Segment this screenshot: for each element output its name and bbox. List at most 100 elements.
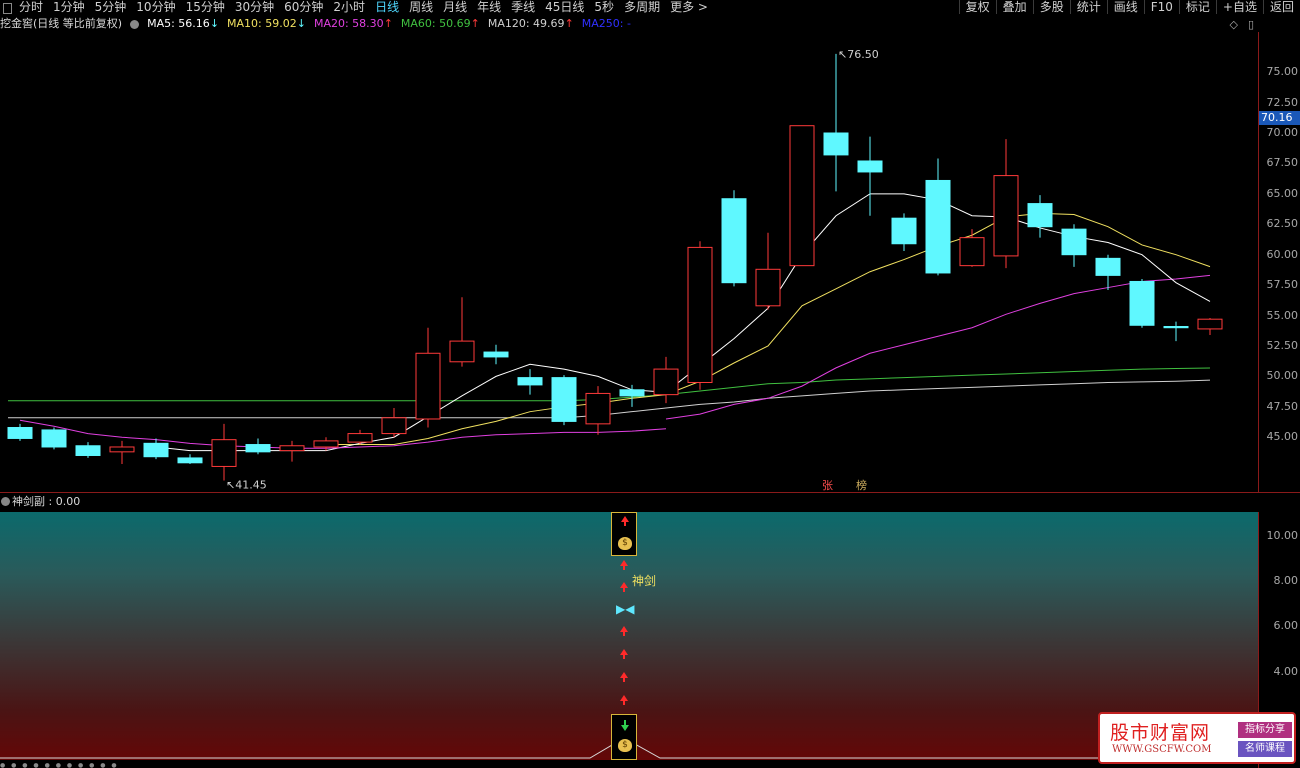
candle-up[interactable] [789, 125, 815, 267]
ma5-line [155, 193, 1211, 452]
candle-down[interactable] [1163, 325, 1189, 329]
settings-circle-icon[interactable] [130, 20, 140, 29]
candle-down[interactable] [551, 377, 577, 422]
period-tab-2[interactable]: 5分钟 [90, 0, 132, 15]
price-tick-label: 50.00 [1266, 369, 1299, 383]
candle-up[interactable] [449, 340, 475, 363]
tool-button-4[interactable]: 画线 [1106, 0, 1144, 14]
candle-down[interactable] [1027, 203, 1053, 228]
candle-down[interactable] [891, 217, 917, 245]
candle-up[interactable] [959, 237, 985, 267]
candle-down[interactable] [177, 457, 203, 464]
candle-up[interactable] [279, 445, 305, 452]
ma5-value: MA5: 56.16 [147, 17, 210, 30]
price-tick-label: 60.00 [1266, 247, 1299, 261]
period-tab-3[interactable]: 10分钟 [131, 0, 180, 15]
period-tab-8[interactable]: 日线 [370, 0, 404, 15]
bang-marker: 榜 [856, 478, 867, 492]
candle-up[interactable] [755, 268, 781, 307]
candle-up[interactable] [313, 440, 339, 448]
candle-up[interactable] [211, 439, 237, 467]
period-tab-13[interactable]: 45日线 [540, 0, 589, 15]
candle-down[interactable] [143, 442, 169, 458]
ma20-value: MA20: 58.30 [313, 17, 384, 30]
candle-down[interactable] [857, 160, 883, 173]
candle-down[interactable] [823, 132, 849, 156]
candle-down[interactable] [1129, 280, 1155, 326]
candle-up[interactable] [687, 246, 713, 383]
candle-up[interactable] [347, 433, 373, 443]
sell-signal-box[interactable]: $ [611, 714, 637, 760]
tool-button-3[interactable]: 统计 [1069, 0, 1107, 14]
ma5-arrow-icon: ↓ [209, 17, 220, 30]
price-tick-label: 52.50 [1266, 338, 1299, 352]
period-tabs: 分时 1分钟 5分钟 10分钟 15分钟 30分钟 60分钟 2小时 日线 周线 月线 年线 季线 45日… [0, 0, 713, 15]
sub-tick-label: 4.00 [1273, 665, 1299, 678]
diamond-icon[interactable]: ◇ [1229, 18, 1237, 31]
period-tab-6[interactable]: 60分钟 [279, 0, 328, 15]
tool-button-7[interactable]: +自选 [1215, 0, 1263, 14]
candle-down[interactable] [7, 427, 33, 439]
candle-up[interactable] [415, 352, 441, 420]
price-tick-label: 57.50 [1266, 278, 1299, 292]
panel-divider[interactable] [0, 492, 1300, 493]
period-tab-7[interactable]: 2小时 [328, 0, 370, 15]
tool-button-0[interactable]: 复权 [958, 0, 996, 14]
candle-down[interactable] [517, 377, 543, 386]
candle-down[interactable] [1061, 228, 1087, 256]
candle-down[interactable] [925, 179, 951, 274]
period-tab-11[interactable]: 年线 [472, 0, 506, 15]
window-icon[interactable] [0, 0, 14, 15]
price-tick-label: 45.00 [1266, 430, 1299, 444]
period-tab-14[interactable]: 5秒 [589, 0, 619, 15]
tool-button-6[interactable]: 标记 [1178, 0, 1216, 14]
sub-tick-label: 10.00 [1266, 529, 1299, 542]
period-tab-10[interactable]: 月线 [438, 0, 472, 15]
candle-up[interactable] [653, 368, 679, 396]
tool-button-8[interactable]: 返回 [1262, 0, 1300, 14]
candle-down[interactable] [619, 389, 645, 397]
price-tick-label: 72.50 [1266, 95, 1299, 109]
ma60-value: MA60: 50.69 [400, 17, 471, 30]
candle-up[interactable] [381, 417, 407, 435]
period-tab-1[interactable]: 1分钟 [48, 0, 90, 15]
tool-button-2[interactable]: 多股 [1032, 0, 1070, 14]
period-tab-16[interactable]: 更多 > [665, 0, 713, 15]
period-tab-12[interactable]: 季线 [506, 0, 540, 15]
current-price-tag: 70.16 [1259, 111, 1300, 125]
candle-down[interactable] [721, 198, 747, 284]
candle-up[interactable] [109, 446, 135, 453]
candle-up[interactable] [585, 392, 611, 425]
tool-button-1[interactable]: 叠加 [995, 0, 1033, 14]
candle-up[interactable] [1197, 318, 1223, 330]
period-tab-0[interactable]: 分时 [14, 0, 48, 15]
red-up-arrow-icon [620, 649, 628, 659]
candle-down[interactable] [41, 429, 67, 448]
low-price-label: ↖41.45 [226, 478, 267, 491]
zhang-marker: 张 [822, 479, 833, 492]
watermark-logo: 股市财富网 WWW.GSCFW.COM 指标分享 名师课程 [1098, 712, 1296, 764]
buy-signal-box[interactable]: $ [611, 512, 637, 556]
period-tab-5[interactable]: 30分钟 [230, 0, 279, 15]
ma60-label: MA60: 50.69↑ [401, 16, 480, 32]
period-toolbar: 分时 1分钟 5分钟 10分钟 15分钟 30分钟 60分钟 2小时 日线 周线 月线 年线 季线 45日… [0, 0, 1300, 15]
scroll-indicator[interactable]: ● ● ● ● ● ● ● ● ● ● ● [0, 762, 119, 768]
candlestick-chart[interactable]: ↖76.50 ↖41.45 张 榜 [0, 32, 1258, 492]
candle-down[interactable] [75, 445, 101, 456]
candle-down[interactable] [1095, 257, 1121, 276]
watermark-tag-course: 名师课程 [1238, 741, 1292, 757]
period-tab-9[interactable]: 周线 [404, 0, 438, 15]
period-tab-15[interactable]: 多周期 [619, 0, 665, 15]
butterfly-icon: ▶◀ [616, 602, 635, 616]
red-up-arrow-icon [620, 695, 628, 705]
ma60-arrow-icon: ↑ [470, 17, 480, 30]
ma10-arrow-icon: ↓ [296, 17, 306, 30]
settings-circle-icon[interactable] [1, 497, 10, 506]
tool-button-5[interactable]: F10 [1143, 0, 1179, 14]
candle-down[interactable] [245, 444, 271, 453]
window-icon[interactable]: ▯ [1248, 18, 1254, 31]
candle-up[interactable] [993, 175, 1019, 257]
ma250-label: MA250: - [581, 17, 631, 30]
candle-down[interactable] [483, 351, 509, 358]
period-tab-4[interactable]: 15分钟 [181, 0, 230, 15]
